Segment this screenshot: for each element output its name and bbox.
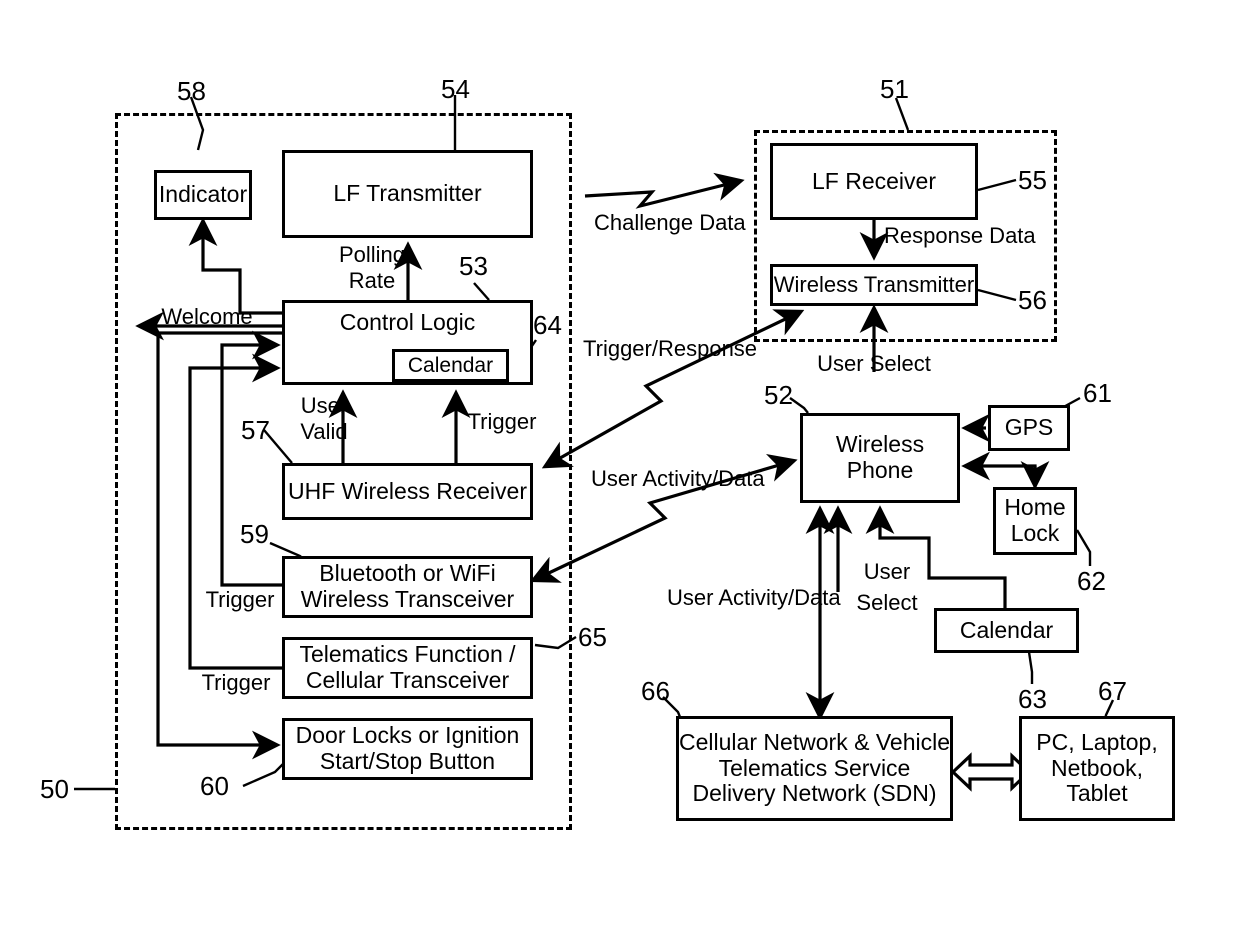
ref-number-57: 57	[241, 415, 270, 445]
leader-63	[1027, 651, 1034, 684]
block-lf-receiver[interactable]: LF Receiver	[770, 143, 978, 220]
block-gps[interactable]: GPS	[988, 405, 1070, 451]
ref-number-53: 53	[459, 251, 488, 281]
ref-number-65: 65	[578, 622, 607, 652]
edge-label-polling-rate-line1: Polling	[338, 242, 406, 267]
block-calendar-vehicle-label: Calendar	[407, 353, 494, 377]
ref-number-55: 55	[1018, 165, 1047, 195]
block-control-logic-label: Control Logic	[339, 309, 476, 335]
edge-label-trigger-bluetooth: Trigger	[205, 587, 275, 612]
block-cellular-network-sdn[interactable]: Cellular Network & Vehicle Telematics Se…	[676, 716, 953, 821]
block-pc-line3: Tablet	[1066, 780, 1128, 807]
edge-label-user-select-fob: User Select	[817, 351, 931, 376]
edge-label-user-select-phone-line2: Select	[856, 590, 918, 615]
edge-label-user-select-phone-line1: User	[863, 559, 911, 584]
ref-number-66: 66	[641, 676, 670, 706]
block-bluetooth-wifi-line2: Wireless Transceiver	[300, 586, 515, 612]
edge-challenge-data	[584, 172, 745, 209]
block-telematics-line2: Cellular Transceiver	[305, 667, 510, 693]
edge-label-challenge-data: Challenge Data	[594, 210, 746, 235]
block-uhf-wireless-receiver[interactable]: UHF Wireless Receiver	[282, 463, 533, 520]
ref-number-60: 60	[200, 771, 229, 801]
block-telematics-line1: Telematics Function /	[299, 641, 516, 668]
block-wireless-transmitter-label: Wireless Transmitter	[773, 271, 975, 297]
ref-number-67: 67	[1098, 676, 1127, 706]
ref-number-64: 64	[533, 310, 562, 340]
block-door-locks-ignition[interactable]: Door Locks or Ignition Start/Stop Button	[282, 718, 533, 780]
block-sdn-line1: Cellular Network & Vehicle	[679, 728, 951, 755]
block-home-lock[interactable]: Home Lock	[993, 487, 1077, 555]
ref-number-50: 50	[40, 774, 69, 804]
block-indicator-label: Indicator	[158, 181, 248, 208]
edge-label-polling-rate-line2: Rate	[348, 268, 396, 293]
edge-label-user-valid-line1: User	[300, 393, 348, 418]
block-calendar-phone[interactable]: Calendar	[934, 608, 1079, 653]
block-bluetooth-wifi-line1: Bluetooth or WiFi	[319, 560, 496, 587]
block-door-locks-line1: Door Locks or Ignition	[295, 722, 520, 749]
edge-label-welcome: Welcome	[161, 304, 253, 329]
block-door-locks-line2: Start/Stop Button	[319, 748, 496, 774]
ref-number-56: 56	[1018, 285, 1047, 315]
ref-number-54: 54	[441, 74, 470, 104]
block-pc-line2: Netbook,	[1050, 754, 1144, 781]
patent-figure: Indicator LF Transmitter Control Logic C…	[0, 0, 1240, 947]
block-telematics-cellular-transceiver[interactable]: Telematics Function / Cellular Transceiv…	[282, 637, 533, 699]
ref-number-63: 63	[1018, 684, 1047, 714]
block-bluetooth-wifi-transceiver[interactable]: Bluetooth or WiFi Wireless Transceiver	[282, 556, 533, 618]
edge-sdn-pc	[950, 752, 1032, 792]
edge-label-user-activity-data-upper: User Activity/Data	[591, 466, 765, 491]
ref-number-51: 51	[880, 74, 909, 104]
ref-number-59: 59	[240, 519, 269, 549]
block-gps-label: GPS	[1004, 414, 1054, 441]
leader-62	[1075, 529, 1092, 566]
block-wireless-phone[interactable]: Wireless Phone	[800, 413, 960, 503]
ref-number-52: 52	[764, 380, 793, 410]
block-pc-line1: PC, Laptop,	[1036, 728, 1158, 755]
edge-label-trigger-telematics: Trigger	[201, 670, 271, 695]
block-lf-receiver-label: LF Receiver	[812, 167, 936, 194]
edge-label-response-data: Response Data	[884, 223, 1036, 248]
block-wireless-phone-line1: Wireless	[835, 431, 925, 458]
block-wireless-transmitter[interactable]: Wireless Transmitter	[770, 264, 978, 306]
block-pc-laptop-netbook-tablet[interactable]: PC, Laptop, Netbook, Tablet	[1019, 716, 1175, 821]
block-home-lock-line1: Home	[1004, 494, 1066, 521]
edge-label-trigger-response: Trigger/Response	[583, 336, 758, 361]
block-calendar-phone-label: Calendar	[959, 616, 1054, 643]
block-uhf-wireless-receiver-label: UHF Wireless Receiver	[288, 477, 527, 504]
block-wireless-phone-line2: Phone	[846, 457, 914, 483]
block-sdn-line3: Delivery Network (SDN)	[692, 780, 937, 807]
block-lf-transmitter-label: LF Transmitter	[333, 180, 482, 207]
ref-number-61: 61	[1083, 378, 1112, 408]
block-home-lock-line2: Lock	[1010, 520, 1060, 546]
ref-number-62: 62	[1077, 566, 1106, 596]
block-indicator[interactable]: Indicator	[154, 170, 252, 220]
block-calendar-vehicle[interactable]: Calendar	[392, 349, 509, 382]
edge-label-user-valid-line2: Valid	[300, 419, 348, 444]
edge-label-user-activity-data-lower: User Activity/Data	[667, 585, 841, 610]
edge-homelock-to-phone	[961, 451, 1037, 487]
edge-label-trigger-uhf: Trigger	[467, 409, 537, 434]
ref-number-58: 58	[177, 76, 206, 106]
block-lf-transmitter[interactable]: LF Transmitter	[282, 150, 533, 238]
block-sdn-line2: Telematics Service	[718, 754, 911, 781]
